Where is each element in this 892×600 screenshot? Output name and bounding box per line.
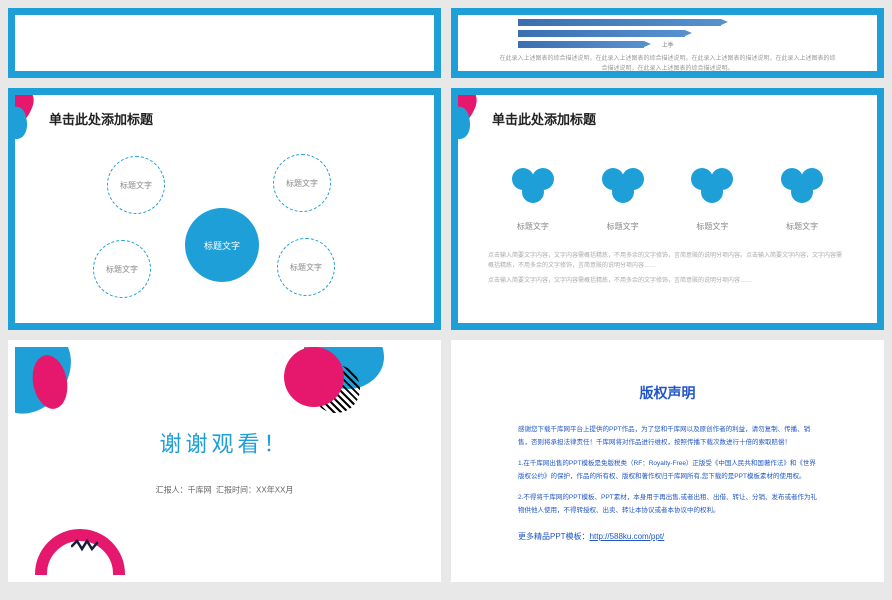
time-label: 汇报时间： <box>216 486 256 495</box>
clover-icon <box>691 168 733 203</box>
slide-2-partial: 上季 在此录入上述图表的综合描述说明，在此录入上述图表的综合描述说明。在此录入上… <box>451 8 884 78</box>
bubble-diagram: 标题文字 标题文字 标题文字 标题文字 标题文字 <box>15 136 434 306</box>
bubble-center: 标题文字 <box>185 208 259 282</box>
copyright-body: 感谢您下载千库网平台上提供的PPT作品，为了您和千库网以及原创作者的利益，请勿复… <box>518 423 817 517</box>
clover-icon <box>781 168 823 203</box>
clover-item: 标题文字 <box>512 168 554 232</box>
copyright-paragraph: 1.在千库网出售的PPT模板是免版税类（RF：Royalty-Free）正版受《… <box>518 457 817 483</box>
circle-decoration <box>284 347 344 407</box>
clover-item: 标题文字 <box>691 168 733 232</box>
thanks-title: 谢谢观看！ <box>156 427 294 459</box>
clover-label: 标题文字 <box>781 221 823 232</box>
bubble-item: 标题文字 <box>273 154 331 212</box>
clover-label: 标题文字 <box>512 221 554 232</box>
bar-tag: 上季 <box>662 40 674 49</box>
ring-decoration <box>35 529 125 582</box>
slide-title: 单击此处添加标题 <box>49 109 434 128</box>
slide-description: 点击输入简要文字内容，文字内容需概括精炼，不用多余的文字修饰，言简意赅的说明分项… <box>488 277 847 287</box>
slide-6-copyright: 版权声明 感谢您下载千库网平台上提供的PPT作品，为了您和千库网以及原创作者的利… <box>451 340 884 582</box>
copyright-title: 版权声明 <box>518 383 817 403</box>
more-label: 更多精品PPT模板： <box>518 532 590 541</box>
slide-1-partial <box>8 8 441 78</box>
clover-row: 标题文字 标题文字 标题文字 标题文字 <box>488 168 847 232</box>
thanks-subtitle: 汇报人：千库网 汇报时间：XX年XX月 <box>156 485 294 496</box>
time-value: XX年XX月 <box>256 486 293 495</box>
clover-item: 标题文字 <box>781 168 823 232</box>
clover-icon <box>512 168 554 203</box>
bubble-item: 标题文字 <box>107 156 165 214</box>
clover-label: 标题文字 <box>691 221 733 232</box>
more-link[interactable]: http://588ku.com/ppt/ <box>590 532 665 541</box>
clover-item: 标题文字 <box>602 168 644 232</box>
bubble-item: 标题文字 <box>277 238 335 296</box>
slide-title: 单击此处添加标题 <box>492 109 877 128</box>
slide-4-clovers: 单击此处添加标题 标题文字 标题文字 标题文字 标题文字 点击输入简要文字内容，… <box>451 88 884 330</box>
slide-5-thanks: 谢谢观看！ 汇报人：千库网 汇报时间：XX年XX月 <box>8 340 441 582</box>
reporter-label: 汇报人： <box>156 486 188 495</box>
clover-label: 标题文字 <box>602 221 644 232</box>
more-templates: 更多精品PPT模板：http://588ku.com/ppt/ <box>518 531 817 542</box>
bar-chart: 上季 <box>518 19 817 48</box>
reporter-value: 千库网 <box>188 486 212 495</box>
bubble-item: 标题文字 <box>93 240 151 298</box>
slide-description: 点击输入简要文字内容，文字内容需概括精炼，不用多余的文字修饰，言简意赅的说明分项… <box>488 252 847 271</box>
slide-3-bubbles: 单击此处添加标题 标题文字 标题文字 标题文字 标题文字 标题文字 <box>8 88 441 330</box>
chart-description: 在此录入上述图表的综合描述说明，在此录入上述图表的综合描述说明。在此录入上述图表… <box>458 54 877 78</box>
zigzag-decoration <box>71 539 101 553</box>
clover-icon <box>602 168 644 203</box>
copyright-paragraph: 感谢您下载千库网平台上提供的PPT作品，为了您和千库网以及原创作者的利益，请勿复… <box>518 423 817 449</box>
copyright-paragraph: 2.不得将千库网的PPT模板、PPT素材，本身用于再出售,或者出租、出借、转让、… <box>518 491 817 517</box>
